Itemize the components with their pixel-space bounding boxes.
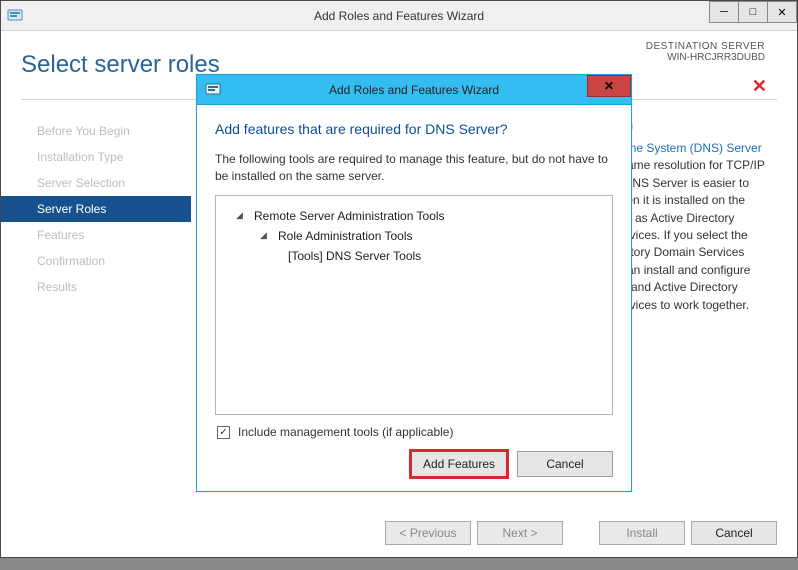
dialog-body: Add features that are required for DNS S… — [197, 105, 631, 491]
dialog-description: The following tools are required to mana… — [215, 151, 613, 185]
dialog-heading: Add features that are required for DNS S… — [215, 121, 613, 137]
dialog-close-button[interactable]: ✕ — [587, 75, 631, 97]
close-button[interactable]: ✕ — [767, 1, 797, 23]
refresh-error-icon[interactable]: ✕ — [752, 77, 767, 95]
server-manager-icon — [205, 82, 221, 98]
dialog-cancel-button[interactable]: Cancel — [517, 451, 613, 477]
step-results[interactable]: Results — [21, 274, 191, 300]
destination-server: WIN-HRCJRR3DUBD — [646, 52, 765, 63]
add-features-dialog: Add Roles and Features Wizard ✕ Add feat… — [196, 74, 632, 492]
description-heading: tion — [611, 118, 771, 132]
tree-node-rsat[interactable]: ◢ Remote Server Administration Tools — [226, 206, 602, 226]
window-title: Add Roles and Features Wizard — [1, 9, 797, 23]
step-server-selection[interactable]: Server Selection — [21, 170, 191, 196]
window-controls: ─ □ ✕ — [710, 1, 797, 23]
required-features-tree: ◢ Remote Server Administration Tools ◢ R… — [215, 195, 613, 415]
destination-info: DESTINATION SERVER WIN-HRCJRR3DUBD — [646, 41, 765, 63]
dialog-buttons: Add Features Cancel — [215, 451, 613, 477]
description-text: Name System (DNS) Server s name resoluti… — [611, 140, 771, 314]
wizard-steps: Before You Begin Installation Type Serve… — [21, 100, 191, 509]
include-management-tools-checkbox[interactable]: ✓ — [217, 426, 230, 439]
next-button[interactable]: Next > — [477, 521, 563, 545]
maximize-button[interactable]: □ — [738, 1, 768, 23]
previous-button[interactable]: < Previous — [385, 521, 471, 545]
include-management-tools-row[interactable]: ✓ Include management tools (if applicabl… — [215, 415, 613, 439]
server-manager-icon — [7, 8, 23, 24]
chevron-down-icon[interactable]: ◢ — [260, 230, 272, 241]
window-titlebar[interactable]: Add Roles and Features Wizard ─ □ ✕ — [1, 1, 797, 31]
wizard-nav-buttons: < Previous Next > Install Cancel — [385, 521, 777, 545]
add-features-button[interactable]: Add Features — [411, 451, 507, 477]
include-management-tools-label: Include management tools (if applicable) — [238, 425, 453, 439]
step-installation-type[interactable]: Installation Type — [21, 144, 191, 170]
step-server-roles[interactable]: Server Roles — [1, 196, 191, 222]
dialog-title: Add Roles and Features Wizard — [197, 83, 631, 97]
dialog-titlebar[interactable]: Add Roles and Features Wizard ✕ — [197, 75, 631, 105]
step-features[interactable]: Features — [21, 222, 191, 248]
destination-label: DESTINATION SERVER — [646, 41, 765, 52]
install-button[interactable]: Install — [599, 521, 685, 545]
chevron-down-icon[interactable]: ◢ — [236, 210, 248, 221]
cancel-button[interactable]: Cancel — [691, 521, 777, 545]
tree-node-role-admin-tools[interactable]: ◢ Role Administration Tools — [226, 226, 602, 246]
dns-server-link[interactable]: Name System (DNS) Server — [611, 141, 762, 155]
step-confirmation[interactable]: Confirmation — [21, 248, 191, 274]
step-before-you-begin[interactable]: Before You Begin — [21, 118, 191, 144]
tree-node-dns-server-tools[interactable]: [Tools] DNS Server Tools — [226, 246, 602, 266]
minimize-button[interactable]: ─ — [709, 1, 739, 23]
